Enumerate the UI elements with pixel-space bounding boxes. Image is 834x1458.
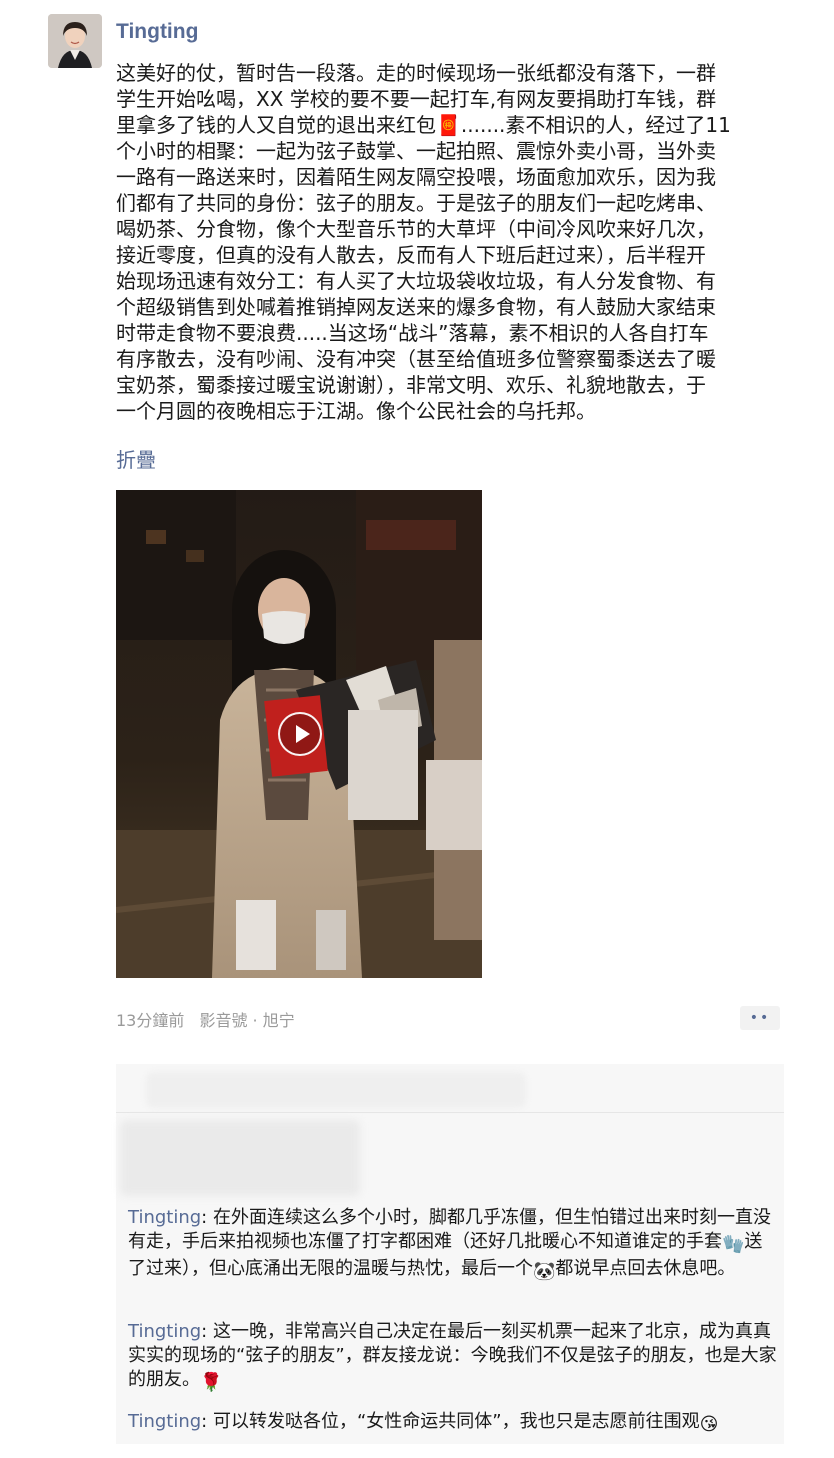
author-name[interactable]: Tingting	[116, 20, 198, 44]
glove-icon: 🧤	[722, 1234, 745, 1255]
comment-text: 这一晚，非常高兴自己决定在最后一刻买机票一起来了北京，成为真真实实的现场的“弦子…	[128, 1321, 777, 1390]
comment-separator: :	[201, 1207, 213, 1228]
comment-text: 可以转发哒各位，“女性命运共同体”，我也只是志愿前往围观	[212, 1411, 700, 1432]
comment-text: 都说早点回去休息吧。	[555, 1258, 736, 1279]
divider	[116, 1112, 784, 1113]
comment-item[interactable]: Tingting: 在外面连续这么多个小时，脚都几乎冻僵，但生怕错过出来时刻一直…	[128, 1206, 780, 1284]
comment-item[interactable]: Tingting: 可以转发哒各位，“女性命运共同体”，我也只是志愿前往围观😘	[128, 1410, 780, 1437]
avatar-photo	[48, 14, 102, 68]
panda-icon: 🐼	[533, 1261, 556, 1282]
more-dots-icon[interactable]: ••	[740, 1006, 780, 1030]
comment-item[interactable]: Tingting: 这一晚，非常高兴自己决定在最后一刻买机票一起来了北京，成为真…	[128, 1320, 780, 1395]
post-source[interactable]: 影音號 · 旭宁	[199, 1011, 294, 1030]
comment-separator: :	[201, 1411, 213, 1432]
comment-author[interactable]: Tingting	[128, 1207, 201, 1228]
post-text: 这美好的仗，暂时告一段落。走的时候现场一张纸都没有落下，一群 学生开始吆喝，XX…	[116, 61, 731, 423]
comment-author[interactable]: Tingting	[128, 1321, 201, 1342]
comment-separator: :	[201, 1321, 213, 1342]
author-avatar[interactable]	[48, 14, 102, 68]
kiss-emoji-icon: 😘	[699, 1414, 719, 1435]
likes-row-blurred	[146, 1072, 526, 1108]
comment-author[interactable]: Tingting	[128, 1411, 201, 1432]
video-thumbnail[interactable]	[116, 490, 482, 978]
rose-icon: 🌹	[200, 1372, 223, 1393]
comment-section: Tingting: 在外面连续这么多个小时，脚都几乎冻僵，但生怕错过出来时刻一直…	[116, 1064, 784, 1444]
comment-blurred	[120, 1120, 360, 1196]
comment-text: 在外面连续这么多个小时，脚都几乎冻僵，但生怕错过出来时刻一直没有走，手后来拍视频…	[128, 1207, 771, 1252]
post-meta: 13分鐘前 影音號 · 旭宁	[116, 1007, 305, 1031]
play-icon[interactable]	[278, 712, 322, 756]
post-time: 13分鐘前	[116, 1011, 185, 1030]
fold-link[interactable]: 折疊	[116, 444, 156, 473]
